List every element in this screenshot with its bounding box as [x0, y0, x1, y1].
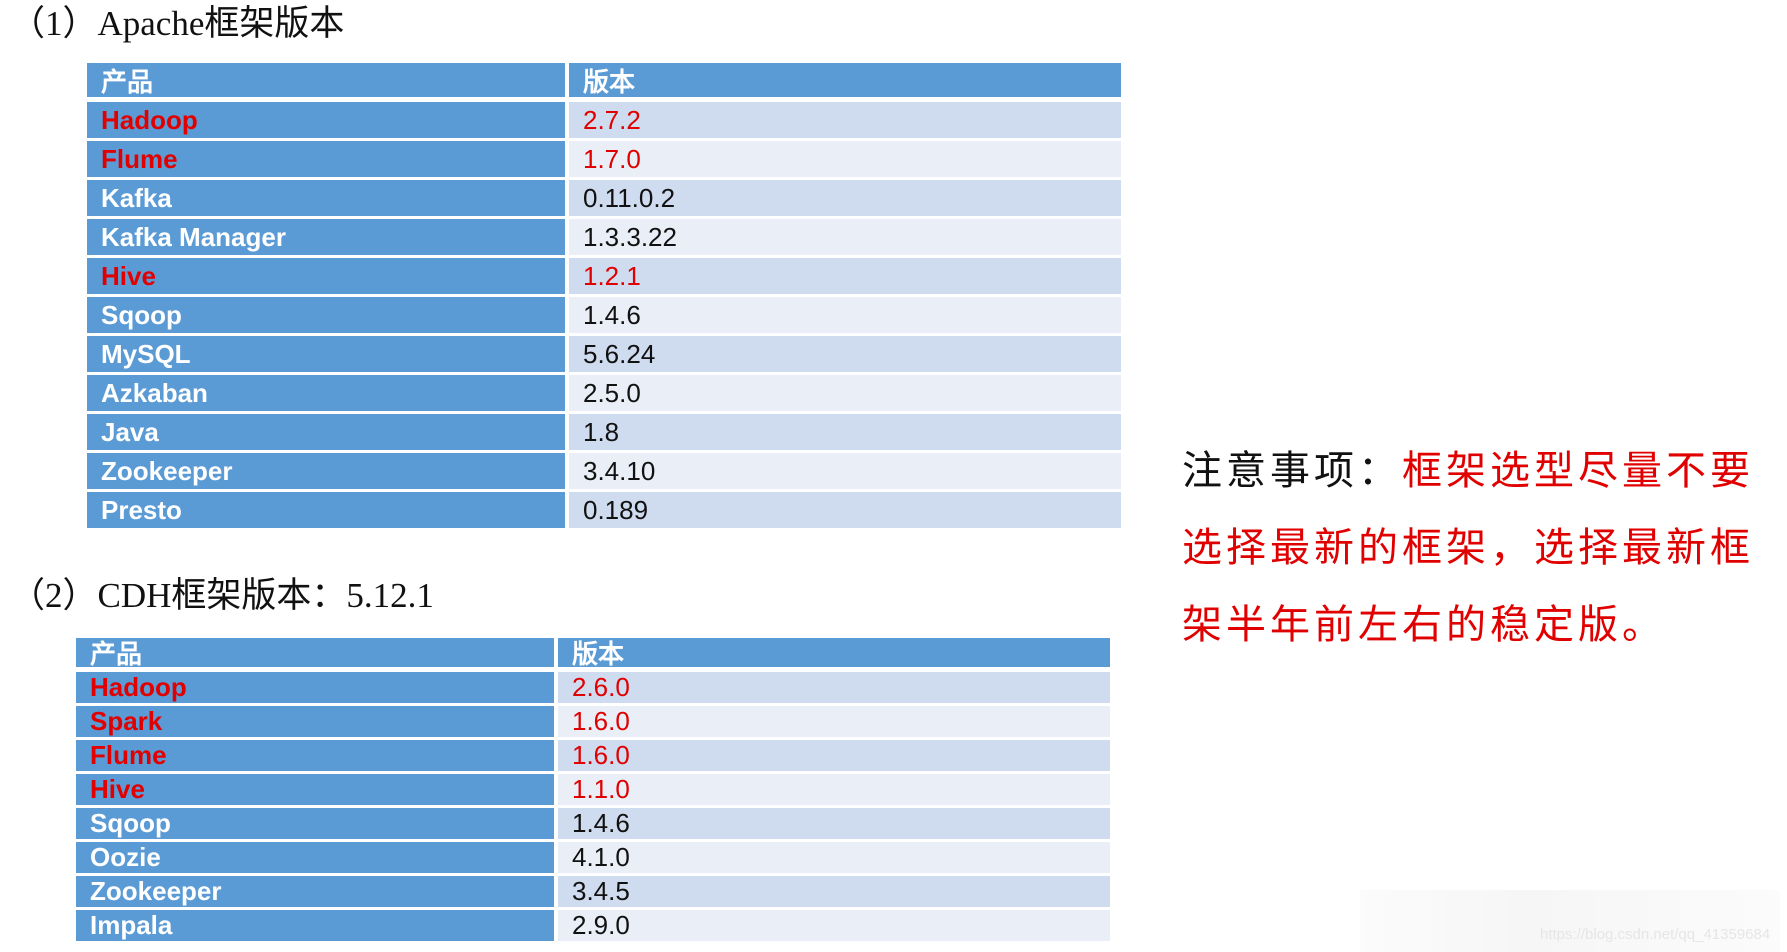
product-version: 3.4.10 — [569, 453, 1121, 489]
product-name: Kafka — [87, 180, 565, 216]
table-row: Hive 1.2.1 — [87, 258, 1121, 294]
product-name: Sqoop — [87, 297, 565, 333]
table-row: Zookeeper 3.4.10 — [87, 453, 1121, 489]
table-row: Flume 1.6.0 — [76, 740, 1110, 771]
product-version: 0.189 — [569, 492, 1121, 528]
table-row: MySQL 5.6.24 — [87, 336, 1121, 372]
product-name: Zookeeper — [87, 453, 565, 489]
product-name: Hadoop — [87, 102, 565, 138]
cdh-section-title: （2）CDH框架版本：5.12.1 — [10, 576, 434, 615]
product-name: Kafka Manager — [87, 219, 565, 255]
table-row: Sqoop 1.4.6 — [87, 297, 1121, 333]
apache-version-table: 产品 版本 Hadoop 2.7.2 Flume 1.7.0 Kafka 0.11.0.2… — [87, 63, 1121, 531]
product-name: Sqoop — [76, 808, 554, 839]
selection-notes: 注意事项：框架选型尽量不要选择最新的框架，选择最新框架半年前左右的稳定版。 — [1182, 433, 1772, 664]
notes-label: 注意事项： — [1182, 448, 1402, 494]
product-name: Flume — [87, 141, 565, 177]
product-version: 1.7.0 — [569, 141, 1121, 177]
cdh-version-table: 产品 版本 Hadoop 2.6.0 Spark 1.6.0 Flume 1.6.0 Hiv… — [76, 638, 1110, 944]
product-version: 1.1.0 — [558, 774, 1110, 805]
product-name: Presto — [87, 492, 565, 528]
product-name: Hive — [87, 258, 565, 294]
product-name: Impala — [76, 910, 554, 941]
product-version: 5.6.24 — [569, 336, 1121, 372]
product-name: Flume — [76, 740, 554, 771]
product-name: Azkaban — [87, 375, 565, 411]
product-name: MySQL — [87, 336, 565, 372]
product-name: Spark — [76, 706, 554, 737]
product-version: 2.7.2 — [569, 102, 1121, 138]
watermark: https://blog.csdn.net/qq_41359684 — [1540, 926, 1771, 943]
table-row: Hadoop 2.7.2 — [87, 102, 1121, 138]
header-version: 版本 — [558, 638, 1110, 667]
product-version: 1.2.1 — [569, 258, 1121, 294]
table-row: Kafka Manager 1.3.3.22 — [87, 219, 1121, 255]
table-row: Hadoop 2.6.0 — [76, 672, 1110, 703]
product-version: 1.3.3.22 — [569, 219, 1121, 255]
product-version: 1.6.0 — [558, 740, 1110, 771]
product-version: 3.4.5 — [558, 876, 1110, 907]
apache-section-title: （1）Apache框架版本 — [10, 4, 345, 43]
header-product: 产品 — [87, 63, 565, 97]
table-header: 产品 版本 — [87, 63, 1121, 97]
table-header: 产品 版本 — [76, 638, 1110, 667]
table-row: Sqoop 1.4.6 — [76, 808, 1110, 839]
product-version: 2.5.0 — [569, 375, 1121, 411]
product-version: 2.6.0 — [558, 672, 1110, 703]
product-name: Java — [87, 414, 565, 450]
product-name: Zookeeper — [76, 876, 554, 907]
table-row: Azkaban 2.5.0 — [87, 375, 1121, 411]
product-version: 1.4.6 — [569, 297, 1121, 333]
product-version: 1.6.0 — [558, 706, 1110, 737]
table-row: Spark 1.6.0 — [76, 706, 1110, 737]
header-product: 产品 — [76, 638, 554, 667]
table-row: Presto 0.189 — [87, 492, 1121, 528]
product-name: Oozie — [76, 842, 554, 873]
table-row: Oozie 4.1.0 — [76, 842, 1110, 873]
table-row: Hive 1.1.0 — [76, 774, 1110, 805]
header-version: 版本 — [569, 63, 1121, 97]
product-version: 4.1.0 — [558, 842, 1110, 873]
product-version: 2.9.0 — [558, 910, 1110, 941]
table-row: Zookeeper 3.4.5 — [76, 876, 1110, 907]
table-row: Impala 2.9.0 — [76, 910, 1110, 941]
product-version: 1.8 — [569, 414, 1121, 450]
product-version: 0.11.0.2 — [569, 180, 1121, 216]
product-version: 1.4.6 — [558, 808, 1110, 839]
product-name: Hive — [76, 774, 554, 805]
table-row: Flume 1.7.0 — [87, 141, 1121, 177]
table-row: Java 1.8 — [87, 414, 1121, 450]
table-row: Kafka 0.11.0.2 — [87, 180, 1121, 216]
product-name: Hadoop — [76, 672, 554, 703]
